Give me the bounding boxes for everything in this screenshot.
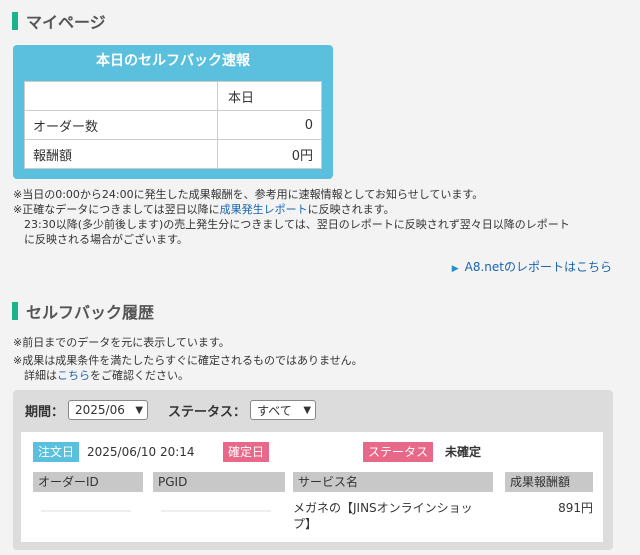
period-select-value: 2025/06 xyxy=(75,403,125,417)
status-select[interactable]: すべて ▼ xyxy=(250,400,317,420)
triangle-right-icon: ▶ xyxy=(451,264,459,274)
note-line: ※前日までのデータを元に表示しています。 xyxy=(13,336,230,349)
service-name: メガネの【JINSオンラインショッ プ】 xyxy=(293,500,493,532)
period-label: 期間： xyxy=(25,404,65,420)
note-line: に反映される場合がございます。 xyxy=(24,233,188,246)
report-row-reward: 報酬額 0円 xyxy=(24,139,322,169)
report-title: 本日のセルフバック速報 xyxy=(96,53,250,69)
service-name-line: プ】 xyxy=(293,517,318,531)
report-notes: ※当日の0:00から24:00に発生した成果報酬を、参考用に速報情報としてお知ら… xyxy=(13,187,570,247)
status-select-value: すべて xyxy=(257,403,292,418)
note-text: 詳細は xyxy=(24,369,57,382)
chevron-down-icon: ▼ xyxy=(135,404,144,416)
report-row-value: 0 xyxy=(217,110,322,140)
details-link[interactable]: こちら xyxy=(57,369,90,382)
column-pgid: PGID xyxy=(153,472,285,492)
chevron-down-icon: ▼ xyxy=(303,404,312,416)
history-panel: 期間： 2025/06 ▼ ステータス： すべて ▼ 注文日 2025/06/1… xyxy=(13,390,613,550)
note-line: ※成果は成果条件を満たしたらすぐに確定されるものではありません。 xyxy=(13,354,363,367)
column-order-id: オーダーID xyxy=(33,472,143,492)
heading-accent-bar xyxy=(12,302,18,320)
report-table: 本日 オーダー数 0 報酬額 0円 xyxy=(24,81,322,169)
status-tag: ステータス xyxy=(363,442,434,462)
note-text: ※正確なデータにつきましては翌日以降に xyxy=(13,203,220,216)
a8-report-link-label: A8.netのレポートはこちら xyxy=(464,260,612,274)
note-line: 詳細はこちらをご確認ください。 xyxy=(13,368,363,383)
note-line: ※正確なデータにつきましては翌日以降に成果発生レポートに反映されます。 xyxy=(13,202,570,217)
status-filter-label: ステータス： xyxy=(168,404,247,420)
order-card: 注文日 2025/06/10 20:14 確定日 ステータス 未確定 オーダーI… xyxy=(21,432,603,542)
report-empty-header xyxy=(24,81,218,111)
service-name-line: メガネの【JINSオンラインショッ xyxy=(293,501,473,515)
masked-pgid xyxy=(161,510,271,512)
report-row-value: 0円 xyxy=(217,139,322,169)
confirm-date-tag: 確定日 xyxy=(223,442,270,462)
column-reward: 成果報酬額 xyxy=(505,472,593,492)
order-date-tag: 注文日 xyxy=(33,442,80,462)
note-text: に反映されます。 xyxy=(307,203,395,216)
report-row-label: 報酬額 xyxy=(24,139,218,169)
note-text: をご確認ください。 xyxy=(90,369,189,382)
reward-value: 891円 xyxy=(558,501,593,515)
mypage-heading: マイページ xyxy=(12,9,106,33)
note-line: 23:30以降(多少前後します)の売上発生分につきましては、翌日のレポートに反映… xyxy=(24,218,570,231)
history-notes: ※前日までのデータを元に表示しています。 ※成果は成果条件を満たしたらすぐに確定… xyxy=(13,335,363,383)
history-title: セルフバック履歴 xyxy=(26,303,155,322)
order-date-value: 2025/06/10 20:14 xyxy=(87,445,195,459)
report-header-row: 本日 xyxy=(24,81,322,111)
mypage-title: マイページ xyxy=(26,13,106,32)
note-line: ※当日の0:00から24:00に発生した成果報酬を、参考用に速報情報としてお知ら… xyxy=(13,188,484,201)
filter-bar: 期間： 2025/06 ▼ ステータス： すべて ▼ xyxy=(25,400,317,420)
status-value: 未確定 xyxy=(445,445,482,459)
page: マイページ 本日のセルフバック速報 本日 オーダー数 0 報酬額 0円 ※当日の… xyxy=(0,0,640,555)
history-heading: セルフバック履歴 xyxy=(12,299,154,323)
masked-order-id xyxy=(41,510,131,512)
column-service-name: サービス名 xyxy=(293,472,493,492)
report-row-orders: オーダー数 0 xyxy=(24,110,322,140)
report-row-label: オーダー数 xyxy=(24,110,218,140)
a8-report-link[interactable]: ▶ A8.netのレポートはこちら xyxy=(452,258,612,275)
report-column-today: 本日 xyxy=(217,81,322,111)
period-select[interactable]: 2025/06 ▼ xyxy=(68,400,149,420)
report-link-inline[interactable]: 成果発生レポート xyxy=(220,203,308,216)
heading-accent-bar xyxy=(12,12,18,30)
selfback-speed-report: 本日のセルフバック速報 本日 オーダー数 0 報酬額 0円 xyxy=(13,45,333,179)
